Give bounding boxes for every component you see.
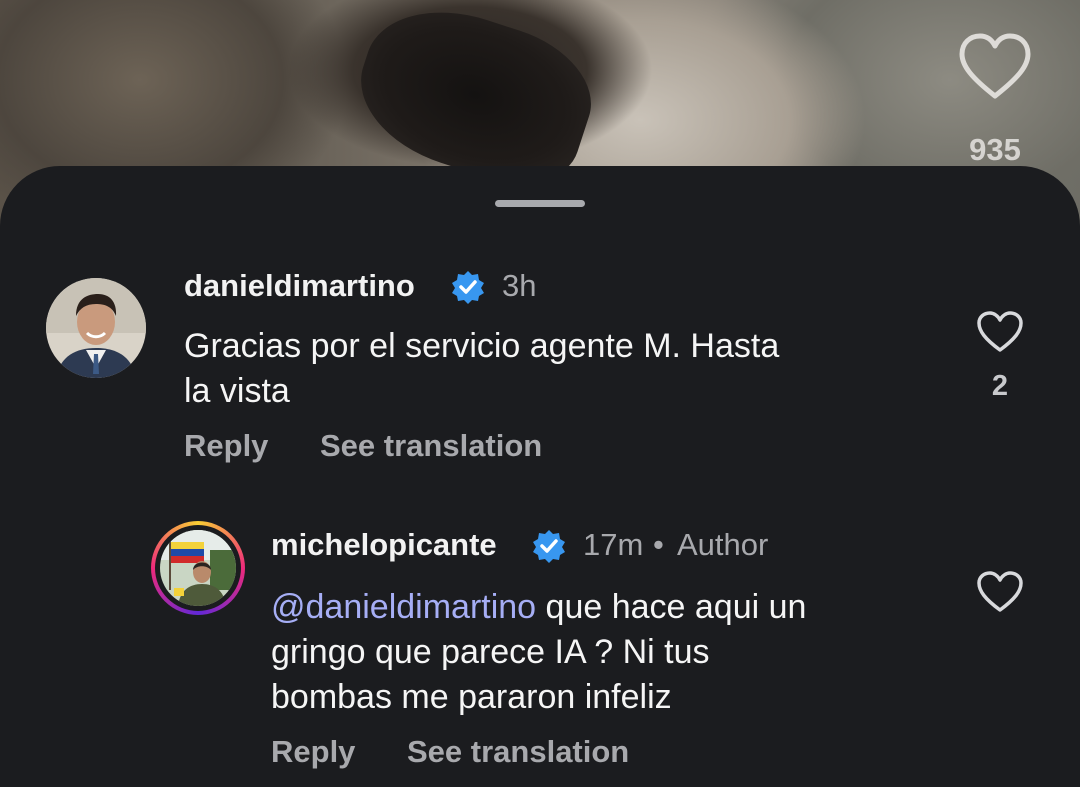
comment-like-button[interactable]	[976, 570, 1024, 614]
comment-text-line: Gracias por el servicio agente M. Hasta	[184, 327, 780, 365]
comment-text-line: bombas me pararon infeliz	[271, 678, 672, 716]
sheet-drag-handle[interactable]	[495, 200, 585, 207]
mention-link[interactable]: @danieldimartino	[271, 588, 536, 626]
comment-text-fragment: que hace aqui un	[536, 588, 807, 626]
avatar[interactable]	[151, 521, 245, 615]
heart-outline-icon	[959, 33, 1031, 99]
heart-outline-icon	[977, 311, 1023, 352]
reply-button[interactable]: Reply	[184, 428, 268, 464]
reply-button[interactable]: Reply	[271, 734, 355, 770]
verified-badge-icon	[532, 529, 566, 563]
comment-text: @danieldimartino que hace aqui un gringo…	[271, 585, 951, 720]
comment-text-line: la vista	[184, 372, 290, 410]
comment-text: Gracias por el servicio agente M. Hasta …	[184, 324, 924, 414]
see-translation-button[interactable]: See translation	[407, 734, 629, 770]
comment-like-button[interactable]	[976, 310, 1024, 354]
verified-badge-icon	[451, 270, 485, 304]
avatar[interactable]	[46, 278, 146, 378]
video-like-button[interactable]	[958, 32, 1032, 104]
comment-text-line: gringo que parece IA ? Ni tus	[271, 633, 710, 671]
comment-username[interactable]: danieldimartino	[184, 268, 415, 304]
video-like-count: 935	[969, 132, 1021, 167]
comment-username[interactable]: michelopicante	[271, 527, 497, 563]
author-tag: Author	[677, 527, 769, 562]
comment-like-count: 2	[991, 370, 1009, 402]
see-translation-button[interactable]: See translation	[320, 428, 542, 464]
comment-timestamp: 17m	[583, 527, 644, 562]
comment-text-line: @danieldimartino que hace aqui un	[271, 585, 951, 630]
comment-timestamp: 3h	[502, 268, 537, 303]
meta-separator: •	[653, 527, 664, 562]
heart-outline-icon	[977, 571, 1023, 612]
